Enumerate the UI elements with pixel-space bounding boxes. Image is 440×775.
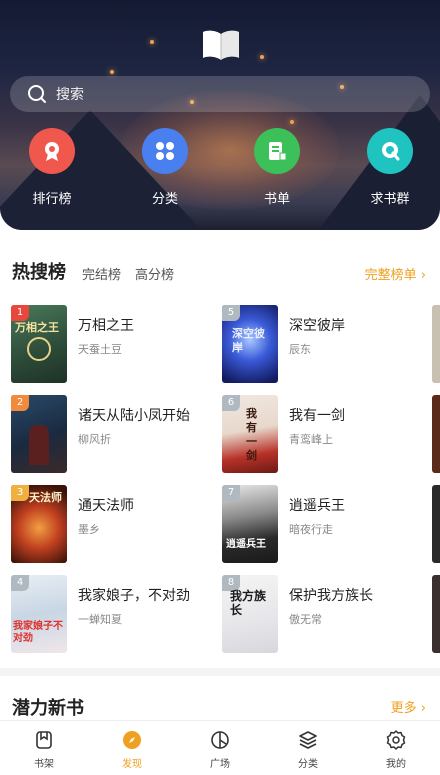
lantern-light: [290, 120, 294, 124]
book-item[interactable]: 7 逍遥兵王 逍遥兵王 暗夜行走: [222, 485, 432, 567]
nav-label: 发现: [122, 759, 142, 770]
search-bar[interactable]: 搜索: [10, 76, 430, 112]
book-title: 我家娘子，不对劲: [78, 588, 190, 604]
rank-badge: 4: [11, 575, 29, 591]
rank-badge: 7: [222, 485, 240, 501]
bookshelf-icon: [36, 731, 52, 749]
next-column-cover[interactable]: [432, 575, 440, 653]
cover-title: 我方族长: [230, 589, 267, 617]
book-item[interactable]: 1 万相之王 万相之王 天蚕土豆: [11, 305, 221, 387]
book-title: 万相之王: [78, 318, 134, 334]
quick-link-label: 求书群: [370, 192, 410, 207]
cover-emblem: [27, 337, 51, 361]
discover-page: 搜索 排行榜 分类 书单 求书群 热搜榜 完结榜 高分榜 完整榜单 › 1 万相…: [0, 0, 440, 775]
search-placeholder: 搜索: [56, 87, 84, 103]
book-item[interactable]: 8 我方族长 保护我方族长 傲无常: [222, 575, 432, 657]
rank-badge: 2: [11, 395, 29, 411]
tab-completed[interactable]: 完结榜: [82, 264, 121, 283]
book-item[interactable]: 3 天法师 通天法师 墨乡: [11, 485, 221, 567]
book-author: 暗夜行走: [289, 523, 333, 536]
open-book-icon: [203, 30, 239, 60]
quick-link-label: 书单: [263, 192, 290, 207]
book-title: 逍遥兵王: [289, 498, 345, 514]
plaza-icon: [211, 731, 229, 749]
full-list-link[interactable]: 完整榜单 ›: [365, 264, 426, 283]
book-cover: 1 万相之王: [11, 305, 67, 383]
lantern-light: [110, 70, 114, 74]
book-author: 傲无常: [289, 613, 322, 626]
cover-figure: [29, 425, 49, 465]
cover-title: 天法师: [29, 491, 62, 504]
nav-bookshelf[interactable]: 书架: [0, 721, 88, 775]
nav-category[interactable]: 分类: [264, 721, 352, 775]
quick-link-ranking[interactable]: 排行榜: [20, 128, 84, 207]
book-title: 通天法师: [78, 498, 134, 514]
book-author: 墨乡: [78, 523, 100, 536]
next-column-cover[interactable]: [432, 395, 440, 473]
tab-top-rated[interactable]: 高分榜: [135, 264, 174, 283]
cover-title: 逍遥兵王: [226, 539, 266, 550]
nav-profile[interactable]: 我的: [352, 721, 440, 775]
chat-bubble-icon: [367, 128, 413, 174]
book-author: 辰东: [289, 343, 311, 356]
next-column-cover[interactable]: [432, 305, 440, 383]
potential-books-title: 潜力新书: [12, 698, 84, 719]
nav-label: 我的: [386, 759, 406, 770]
book-cover: 5 深空彼岸: [222, 305, 278, 383]
settings-gear-icon: [386, 730, 406, 750]
book-cover: 8 我方族长: [222, 575, 278, 653]
quick-link-booklist[interactable]: 书单: [245, 128, 309, 207]
quick-link-category[interactable]: 分类: [133, 128, 197, 207]
book-title: 我有一剑: [289, 408, 345, 424]
category-grid-icon: [142, 128, 188, 174]
book-title: 深空彼岸: [289, 318, 345, 334]
book-cover: 4 我家娘子不对劲: [11, 575, 67, 653]
nav-label: 书架: [34, 759, 54, 770]
lantern-light: [150, 40, 154, 44]
ranking-badge-icon: [29, 128, 75, 174]
quick-link-label: 排行榜: [32, 192, 72, 207]
book-cover: 2: [11, 395, 67, 473]
cover-title: 我家娘子不对劲: [13, 621, 63, 644]
book-cover: 6 我有一剑: [222, 395, 278, 473]
book-item[interactable]: 2 诸天从陆小凤开始 柳风折: [11, 395, 221, 477]
book-author: 柳风折: [78, 433, 111, 446]
quick-link-label: 分类: [151, 192, 178, 207]
hot-list-title: 热搜榜: [12, 262, 66, 283]
rank-badge: 5: [222, 305, 240, 321]
book-author: 一蝉知夏: [78, 613, 122, 626]
book-author: 青鸾峰上: [289, 433, 333, 446]
nav-label: 广场: [210, 759, 230, 770]
layers-icon: [299, 731, 317, 749]
rank-badge: 3: [11, 485, 29, 501]
lantern-light: [260, 55, 264, 59]
more-link[interactable]: 更多 ›: [391, 697, 426, 716]
nav-label: 分类: [298, 759, 318, 770]
quick-link-bookgroup[interactable]: 求书群: [358, 128, 422, 207]
book-title: 保护我方族长: [289, 588, 373, 604]
bottom-nav: 书架 发现 广场 分类 我的: [0, 720, 440, 775]
next-column-cover[interactable]: [432, 485, 440, 563]
compass-icon: [123, 731, 141, 749]
search-icon: [28, 85, 46, 103]
cover-title: 深空彼岸: [232, 327, 265, 354]
book-item[interactable]: 6 我有一剑 我有一剑 青鸾峰上: [222, 395, 432, 477]
cover-title: 我有一剑: [246, 407, 257, 462]
nav-plaza[interactable]: 广场: [176, 721, 264, 775]
book-cover: 3 天法师: [11, 485, 67, 563]
book-author: 天蚕土豆: [78, 343, 122, 356]
section-divider: [0, 668, 440, 676]
booklist-icon: [254, 128, 300, 174]
rank-badge: 6: [222, 395, 240, 411]
book-title: 诸天从陆小凤开始: [78, 408, 190, 424]
nav-discover[interactable]: 发现: [88, 721, 176, 775]
cover-title: 万相之王: [15, 321, 59, 334]
hero-banner: 搜索 排行榜 分类 书单 求书群: [0, 0, 440, 230]
book-item[interactable]: 4 我家娘子不对劲 我家娘子，不对劲 一蝉知夏: [11, 575, 221, 657]
book-item[interactable]: 5 深空彼岸 深空彼岸 辰东: [222, 305, 432, 387]
book-cover: 7 逍遥兵王: [222, 485, 278, 563]
